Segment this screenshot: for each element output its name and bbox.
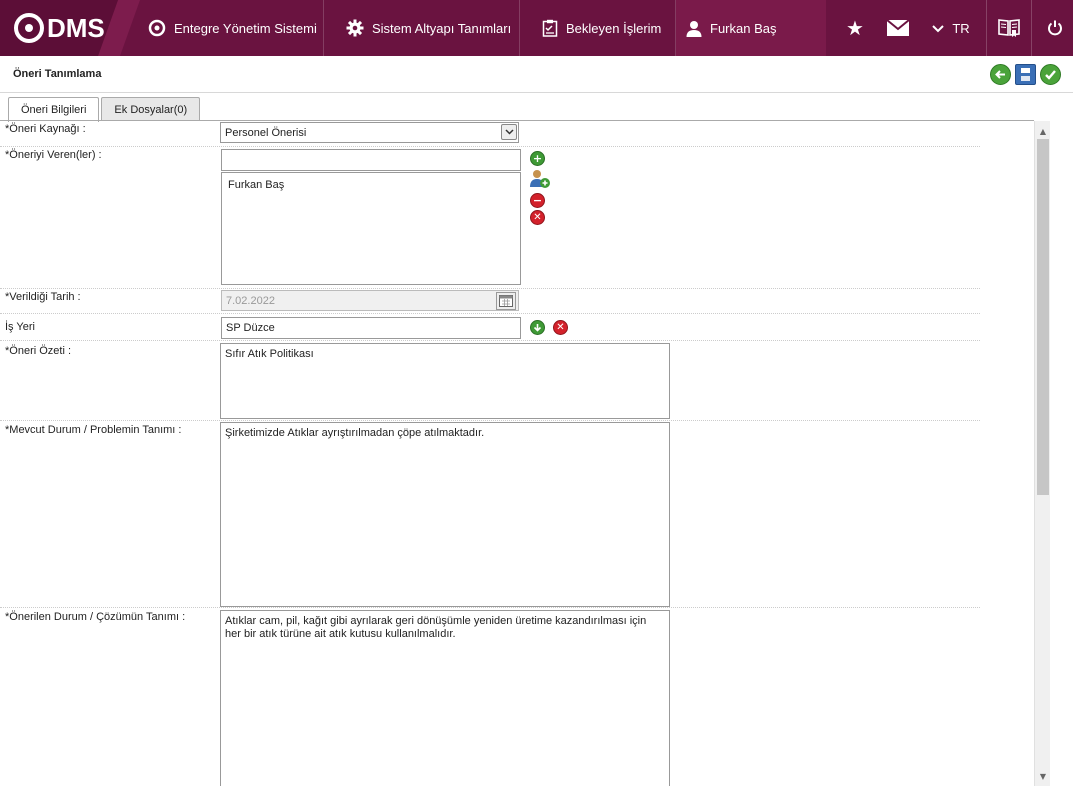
givers-search-input[interactable]	[221, 149, 521, 171]
arrow-left-icon	[995, 70, 1005, 79]
workplace-value: SP Düzce	[226, 322, 275, 334]
add-user-button[interactable]	[529, 169, 551, 189]
summary-label: *Öneri Özeti :	[5, 345, 72, 357]
back-button[interactable]	[990, 64, 1011, 85]
floppy-disk-icon	[1021, 68, 1030, 81]
scrollbar-thumb[interactable]	[1037, 139, 1049, 495]
nav-label: Entegre Yönetim Sistemi	[174, 20, 317, 36]
confirm-button[interactable]	[1040, 64, 1061, 85]
logo-text: DMS	[47, 12, 105, 43]
close-icon: ✕	[533, 211, 542, 223]
add-giver-button[interactable]: +	[530, 151, 545, 166]
source-selected-value: Personel Önerisi	[225, 126, 307, 139]
page-title: Öneri Tanımlama	[13, 68, 102, 80]
right-margin	[1050, 93, 1073, 786]
qdms-logo-mark-icon	[14, 13, 44, 43]
form-row-summary: *Öneri Özeti : Sıfır Atık Politikası	[0, 341, 980, 421]
workplace-label: İş Yeri	[5, 321, 35, 333]
current-textarea[interactable]: Şirketimizde Atıklar ayrıştırılmadan çöp…	[220, 422, 670, 607]
page-actions	[990, 64, 1061, 85]
top-navigation-bar: DMS Entegre Yönetim Sistemi Sistem Altya…	[0, 0, 1073, 56]
chevron-down-icon	[932, 21, 945, 36]
scroll-down-arrow-icon[interactable]: ▼	[1035, 768, 1051, 784]
page-header: Öneri Tanımlama	[0, 56, 1073, 93]
clear-workplace-button[interactable]: ✕	[553, 320, 568, 335]
calendar-icon	[499, 295, 513, 307]
nav-label: Sistem Altyapı Tanımları	[372, 20, 512, 36]
save-button[interactable]	[1015, 64, 1036, 85]
nav-label: Bekleyen İşlerim	[566, 20, 662, 36]
scroll-up-arrow-icon[interactable]: ▲	[1035, 123, 1051, 139]
workplace-field[interactable]: SP Düzce	[221, 317, 521, 339]
form-row-date: *Verildiği Tarih : 7.02.2022	[0, 289, 980, 314]
form-row-source: *Öneri Kaynağı : Personel Önerisi	[0, 121, 980, 147]
date-label: *Verildiği Tarih :	[5, 291, 81, 303]
checkmark-icon	[1045, 70, 1056, 80]
vertical-scrollbar[interactable]: ▲ ▼	[1034, 121, 1050, 786]
givers-list[interactable]: Furkan Baş	[221, 172, 521, 285]
power-logout-icon[interactable]	[1036, 0, 1073, 56]
nav-sistem-altyapi-tanimlari[interactable]: Sistem Altyapı Tanımları	[324, 0, 520, 56]
add-user-icon	[530, 170, 550, 188]
form-row-workplace: İş Yeri SP Düzce ✕	[0, 314, 980, 341]
summary-textarea[interactable]: Sıfır Atık Politikası	[220, 343, 670, 419]
tab-oneri-bilgileri[interactable]: Öneri Bilgileri	[8, 97, 100, 122]
favorites-star-icon[interactable]: ★	[840, 0, 870, 56]
proposed-textarea[interactable]: Atıklar cam, pil, kağıt gibi ayrılarak g…	[220, 610, 670, 786]
date-input[interactable]: 7.02.2022	[221, 290, 519, 311]
qdms-circle-icon	[148, 19, 166, 37]
arrow-down-icon	[533, 324, 542, 332]
nav-entegre-yonetim-sistemi[interactable]: Entegre Yönetim Sistemi	[140, 0, 324, 56]
select-workplace-button[interactable]	[530, 320, 545, 335]
qdms-logo[interactable]: DMS	[14, 12, 105, 44]
language-selector[interactable]: TR	[926, 0, 976, 56]
clipboard-icon	[542, 19, 558, 37]
list-item[interactable]: Furkan Baş	[228, 179, 516, 192]
form-row-proposed: *Önerilen Durum / Çözümün Tanımı : Atıkl…	[0, 608, 980, 786]
tab-ek-dosyalar[interactable]: Ek Dosyalar(0)	[101, 97, 201, 121]
calendar-picker-button[interactable]	[496, 292, 516, 310]
mail-icon[interactable]	[882, 0, 914, 56]
help-book-icon[interactable]	[986, 0, 1032, 56]
minus-icon: −	[532, 194, 543, 207]
form-row-current: *Mevcut Durum / Problemin Tanımı : Şirke…	[0, 421, 980, 608]
user-icon	[686, 20, 702, 37]
language-code: TR	[952, 20, 970, 36]
proposed-label: *Önerilen Durum / Çözümün Tanımı :	[5, 611, 186, 623]
source-label: *Öneri Kaynağı :	[5, 123, 86, 135]
plus-icon: +	[532, 152, 543, 165]
close-icon: ✕	[556, 321, 565, 333]
nav-label: Furkan Baş	[710, 20, 777, 36]
givers-label: *Öneriyi Veren(ler) :	[5, 149, 102, 161]
form-row-givers: *Öneriyi Veren(ler) : Furkan Baş + − ✕	[0, 147, 980, 289]
oneri-form: *Öneri Kaynağı : Personel Önerisi *Öneri…	[0, 121, 1034, 786]
tab-bar: Öneri Bilgileri Ek Dosyalar(0)	[8, 97, 202, 122]
date-value: 7.02.2022	[226, 294, 275, 307]
gear-icon	[346, 19, 364, 37]
nav-user-profile[interactable]: Furkan Baş	[676, 0, 826, 56]
current-label: *Mevcut Durum / Problemin Tanımı :	[5, 424, 182, 436]
source-select[interactable]: Personel Önerisi	[220, 122, 519, 143]
clear-givers-button[interactable]: ✕	[530, 210, 545, 225]
dropdown-arrow-icon[interactable]	[501, 124, 517, 140]
nav-bekleyen-islerim[interactable]: Bekleyen İşlerim	[520, 0, 676, 56]
remove-giver-button[interactable]: −	[530, 193, 545, 208]
